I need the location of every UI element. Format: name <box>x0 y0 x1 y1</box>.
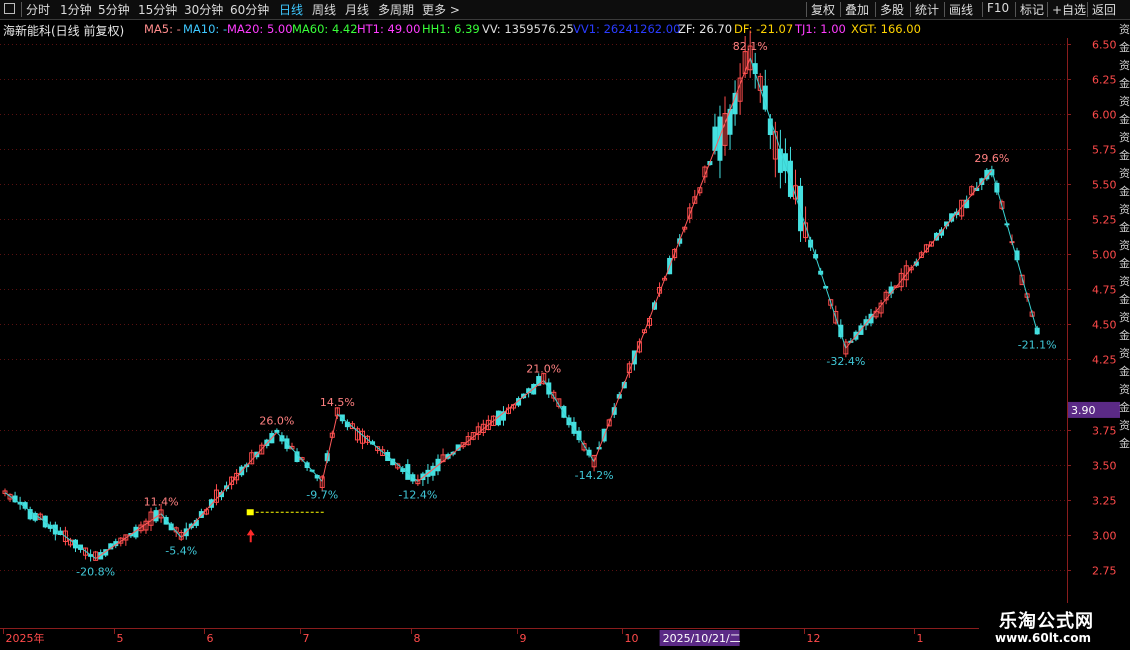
right-strip-char: 资 <box>1119 347 1130 360</box>
y-tick-label: 4.25 <box>1092 354 1117 367</box>
right-strip-char: 资 <box>1119 23 1130 36</box>
right-side-strip: 资金资金资金资金资金资金资金资金资金资金资金资金 <box>1119 20 1130 450</box>
watermark-url: www.60lt.com <box>995 631 1092 645</box>
right-strip-char: 资 <box>1119 167 1130 180</box>
zigzag-pct-label: 29.6% <box>974 152 1009 165</box>
right-strip-char: 资 <box>1119 59 1130 72</box>
zigzag-segment <box>543 380 595 463</box>
right-strip-char: 资 <box>1119 95 1130 108</box>
right-strip-char: 资 <box>1119 383 1130 396</box>
right-strip-char: 金 <box>1119 293 1130 306</box>
kline-chart[interactable]: 6.50 6.25 6.00 5.75 5.50 5.25 5.00 4.75 4.50 4.25… <box>0 0 1130 650</box>
buy-signal-marker <box>246 509 254 516</box>
right-strip-char: 金 <box>1119 77 1130 90</box>
right-strip-char: 资 <box>1119 203 1130 216</box>
right-strip-char: 金 <box>1119 185 1130 198</box>
zigzag-pct-label: -9.7% <box>306 488 338 501</box>
x-month-label: 6 <box>207 632 214 645</box>
x-month-label: 8 <box>414 632 421 645</box>
zigzag-segment <box>95 513 162 559</box>
y-tick-label: 5.75 <box>1092 144 1117 157</box>
current-price-label: 3.90 <box>1071 404 1096 417</box>
candle-body <box>767 118 773 136</box>
right-strip-char: 资 <box>1119 239 1130 252</box>
zigzag-segment <box>180 432 278 538</box>
zigzag-segment <box>321 414 338 482</box>
zigzag-segment <box>160 513 182 538</box>
zigzag-segment <box>749 57 847 349</box>
right-strip-char: 金 <box>1119 437 1130 450</box>
zigzag-pct-label: -20.8% <box>76 566 115 579</box>
watermark-logo: 乐淘公式网 www.60lt.com <box>979 603 1130 650</box>
y-tick-label: 5.25 <box>1092 214 1117 227</box>
x-month-label: 12 <box>807 632 821 645</box>
zigzag-pct-label: -21.1% <box>1018 338 1057 351</box>
right-strip-char: 金 <box>1119 149 1130 162</box>
zigzag-segment <box>845 169 993 349</box>
right-strip-char: 金 <box>1119 257 1130 270</box>
right-strip-char: 金 <box>1119 113 1130 126</box>
y-tick-label: 2.75 <box>1092 565 1117 578</box>
date-highlight-label: 2025/10/21/二 <box>663 632 741 645</box>
y-tick-label: 6.25 <box>1092 74 1117 87</box>
right-strip-char: 金 <box>1119 401 1130 414</box>
x-month-label: 2025年 <box>6 631 45 645</box>
y-tick-label: 5.50 <box>1092 179 1117 192</box>
y-tick-label: 6.50 <box>1092 39 1117 52</box>
zigzag-segment <box>276 432 323 482</box>
x-month-label: 5 <box>117 632 124 645</box>
zigzag-segment <box>593 57 751 462</box>
y-tick-label: 3.50 <box>1092 460 1117 473</box>
candle-body <box>274 429 280 433</box>
zigzag-pct-label: -14.2% <box>575 469 614 482</box>
candle-body <box>798 185 804 232</box>
right-strip-char: 资 <box>1119 131 1130 144</box>
right-strip-char: 金 <box>1119 221 1130 234</box>
x-month-label: 10 <box>625 632 639 645</box>
x-month-label: 1 <box>917 632 924 645</box>
zigzag-pct-label: -12.4% <box>398 488 437 501</box>
y-tick-label: 4.50 <box>1092 319 1117 332</box>
y-tick-label: 3.75 <box>1092 425 1117 438</box>
zigzag-segment <box>991 170 1038 332</box>
right-strip-char: 资 <box>1119 311 1130 324</box>
y-tick-label: 4.75 <box>1092 284 1117 297</box>
zigzag-segment <box>4 492 96 559</box>
zigzag-pct-label: -32.4% <box>826 355 865 368</box>
watermark-title: 乐淘公式网 <box>999 611 1094 632</box>
y-tick-label: 5.00 <box>1092 249 1117 262</box>
buy-arrow-icon <box>246 529 255 536</box>
right-strip-char: 金 <box>1119 41 1130 54</box>
right-strip-char: 金 <box>1119 365 1130 378</box>
right-strip-char: 资 <box>1119 275 1130 288</box>
y-tick-label: 3.25 <box>1092 495 1117 508</box>
y-tick-label: 6.00 <box>1092 109 1117 122</box>
zigzag-pct-label: 26.0% <box>259 414 294 427</box>
zigzag-pct-label: 14.5% <box>320 396 355 409</box>
right-strip-char: 资 <box>1119 419 1130 432</box>
y-tick-label: 3.00 <box>1092 530 1117 543</box>
candle-body <box>762 85 768 110</box>
zigzag-pct-label: -5.4% <box>165 545 197 558</box>
x-month-label: 9 <box>520 632 527 645</box>
right-strip-char: 金 <box>1119 329 1130 342</box>
zigzag-pct-label: 21.0% <box>526 362 561 375</box>
zigzag-segment <box>336 413 419 482</box>
x-month-label: 7 <box>303 632 310 645</box>
zigzag-pct-label: 82.1% <box>733 40 768 53</box>
zigzag-pct-label: 11.4% <box>144 496 179 509</box>
candle-body <box>838 324 844 338</box>
